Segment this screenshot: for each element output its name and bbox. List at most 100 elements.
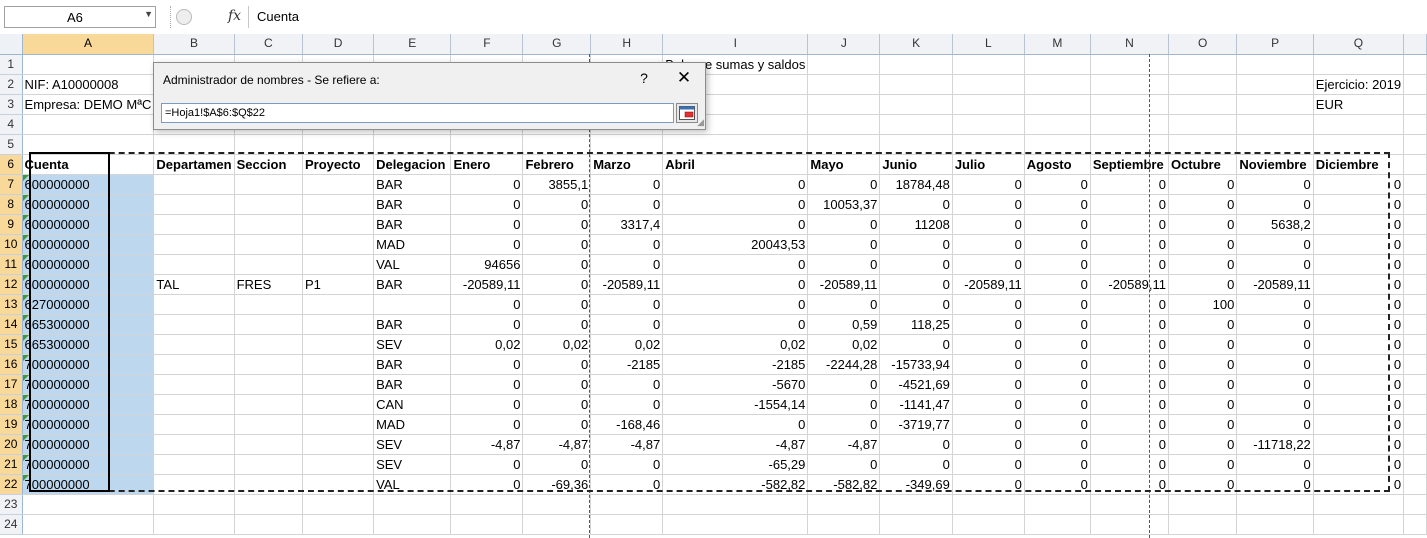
cell-e5[interactable] — [373, 134, 452, 155]
cell-partial[interactable] — [1403, 434, 1427, 455]
row-header[interactable]: 3 — [0, 94, 23, 115]
cell-n2[interactable] — [1090, 74, 1169, 95]
cell-o14[interactable]: 0 — [1168, 314, 1238, 335]
cell-b7[interactable] — [153, 174, 235, 195]
cell-f20[interactable]: -4,87 — [450, 434, 524, 455]
cell-l12[interactable]: -20589,11 — [952, 274, 1025, 295]
cell-o7[interactable]: 0 — [1168, 174, 1238, 195]
cell-e15[interactable]: SEV — [373, 334, 452, 355]
cell-f15[interactable]: 0,02 — [450, 334, 524, 355]
cell-a7[interactable]: 600000000 — [22, 174, 155, 195]
cell-i15[interactable]: 0,02 — [662, 334, 809, 355]
cell-partial[interactable] — [1403, 374, 1427, 395]
cell-partial[interactable] — [1403, 54, 1427, 75]
cell-e22[interactable]: VAL — [373, 474, 452, 495]
cell-d23[interactable] — [302, 494, 375, 515]
cell-a12[interactable]: 600000000 — [22, 274, 155, 295]
cell-h16[interactable]: -2185 — [590, 354, 664, 375]
cell-o5[interactable] — [1168, 134, 1238, 155]
cell-f18[interactable]: 0 — [450, 394, 524, 415]
cell-m23[interactable] — [1024, 494, 1091, 515]
cell-k16[interactable]: -15733,94 — [879, 354, 953, 375]
cell-n24[interactable] — [1090, 514, 1169, 535]
cell-o4[interactable] — [1168, 114, 1238, 135]
cell-p22[interactable]: 0 — [1236, 474, 1314, 495]
cell-e17[interactable]: BAR — [373, 374, 452, 395]
cell-k5[interactable] — [879, 134, 953, 155]
cell-i19[interactable]: 0 — [662, 414, 809, 435]
cell-b9[interactable] — [153, 214, 235, 235]
cell-c5[interactable] — [234, 134, 303, 155]
cell-partial[interactable] — [1403, 494, 1427, 515]
cell-c15[interactable] — [234, 334, 303, 355]
cell-k20[interactable]: 0 — [879, 434, 953, 455]
cell-partial[interactable] — [1403, 294, 1427, 315]
cell-l1[interactable] — [952, 54, 1025, 75]
cell-b22[interactable] — [153, 474, 235, 495]
column-header-c[interactable]: C — [234, 34, 303, 55]
cell-c11[interactable] — [234, 254, 303, 275]
cell-partial[interactable] — [1403, 354, 1427, 375]
formula-input[interactable]: Cuenta — [248, 6, 1426, 28]
cell-l11[interactable]: 0 — [952, 254, 1025, 275]
cell-q14[interactable]: 0 — [1313, 314, 1405, 335]
cell-l8[interactable]: 0 — [952, 194, 1025, 215]
cell-m21[interactable]: 0 — [1024, 454, 1091, 475]
chevron-down-icon[interactable]: ▼ — [144, 9, 153, 19]
cell-p18[interactable]: 0 — [1236, 394, 1314, 415]
select-all-corner[interactable] — [0, 34, 23, 55]
cell-e11[interactable]: VAL — [373, 254, 452, 275]
cell-m9[interactable]: 0 — [1024, 214, 1091, 235]
column-header-q[interactable]: Q — [1313, 34, 1405, 55]
row-header[interactable]: 7 — [0, 174, 23, 195]
cell-k18[interactable]: -1141,47 — [879, 394, 953, 415]
cell-i12[interactable]: 0 — [662, 274, 809, 295]
cell-i10[interactable]: 20043,53 — [662, 234, 809, 255]
cell-d18[interactable] — [302, 394, 375, 415]
cell-o13[interactable]: 100 — [1168, 294, 1238, 315]
cell-p14[interactable]: 0 — [1236, 314, 1314, 335]
cell-m8[interactable]: 0 — [1024, 194, 1091, 215]
cell-b8[interactable] — [153, 194, 235, 215]
cell-n17[interactable]: 0 — [1090, 374, 1169, 395]
cell-n12[interactable]: -20589,11 — [1090, 274, 1169, 295]
cell-m16[interactable]: 0 — [1024, 354, 1091, 375]
cell-h14[interactable]: 0 — [590, 314, 664, 335]
cell-e16[interactable]: BAR — [373, 354, 452, 375]
cell-n13[interactable]: 0 — [1090, 294, 1169, 315]
cell-j1[interactable] — [807, 54, 881, 75]
column-header-k[interactable]: K — [879, 34, 953, 55]
cell-partial[interactable] — [1403, 414, 1427, 435]
column-header-h[interactable]: H — [590, 34, 664, 55]
cell-i18[interactable]: -1554,14 — [662, 394, 809, 415]
cell-a15[interactable]: 665300000 — [22, 334, 155, 355]
cell-q2[interactable]: Ejercicio: 2019 — [1313, 74, 1405, 95]
column-header-l[interactable]: L — [952, 34, 1025, 55]
cell-partial[interactable] — [1403, 194, 1427, 215]
cell-n23[interactable] — [1090, 494, 1169, 515]
cell-n3[interactable] — [1090, 94, 1169, 115]
cell-g22[interactable]: -69,36 — [522, 474, 592, 495]
cell-n18[interactable]: 0 — [1090, 394, 1169, 415]
cell-e23[interactable] — [373, 494, 452, 515]
cell-partial[interactable] — [1403, 314, 1427, 335]
cell-partial[interactable] — [1403, 74, 1427, 95]
cell-g12[interactable]: 0 — [522, 274, 592, 295]
column-header-m[interactable]: M — [1024, 34, 1091, 55]
cell-m19[interactable]: 0 — [1024, 414, 1091, 435]
cell-p16[interactable]: 0 — [1236, 354, 1314, 375]
cell-p13[interactable]: 0 — [1236, 294, 1314, 315]
cell-c8[interactable] — [234, 194, 303, 215]
row-header[interactable]: 8 — [0, 194, 23, 215]
cell-o11[interactable]: 0 — [1168, 254, 1238, 275]
cell-b14[interactable] — [153, 314, 235, 335]
row-header[interactable]: 21 — [0, 454, 23, 475]
cell-p10[interactable]: 0 — [1236, 234, 1314, 255]
cell-a24[interactable] — [22, 514, 155, 535]
cell-j12[interactable]: -20589,11 — [807, 274, 881, 295]
cell-j21[interactable]: 0 — [807, 454, 881, 475]
cell-b10[interactable] — [153, 234, 235, 255]
cell-o15[interactable]: 0 — [1168, 334, 1238, 355]
row-header[interactable]: 19 — [0, 414, 23, 435]
cell-g9[interactable]: 0 — [522, 214, 592, 235]
